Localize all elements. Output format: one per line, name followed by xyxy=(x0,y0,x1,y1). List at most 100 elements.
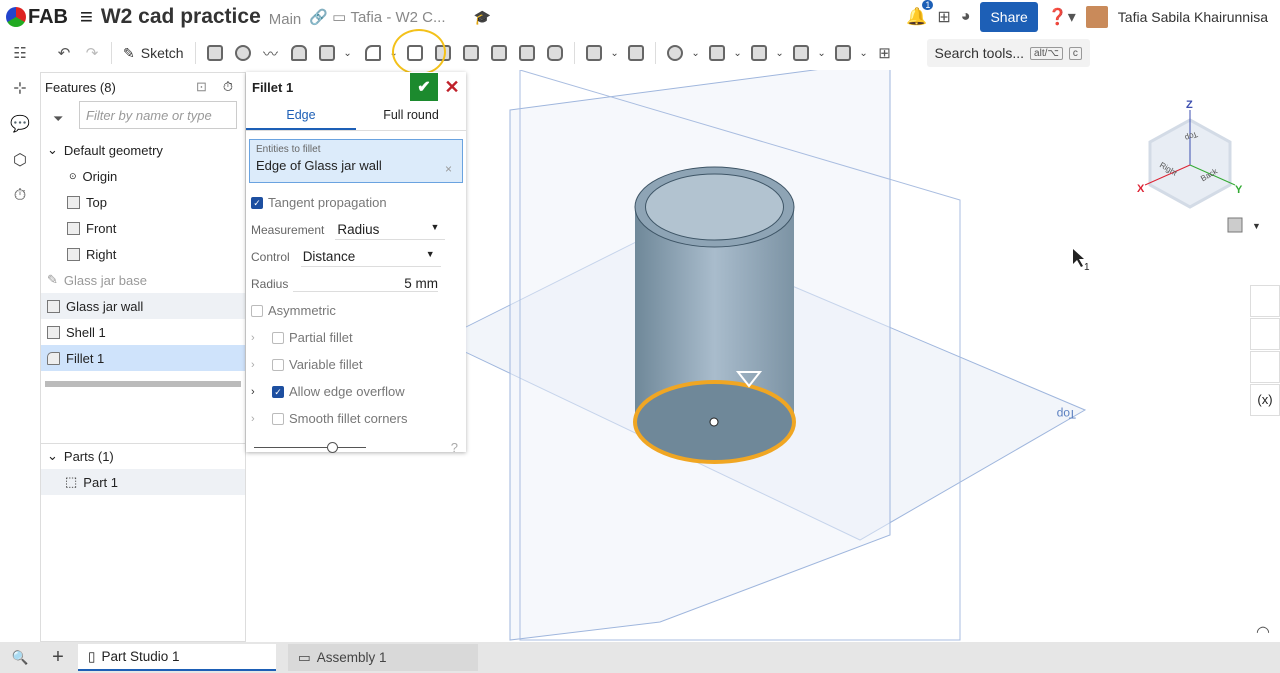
chevron-down-icon[interactable]: ▼ xyxy=(1252,221,1261,231)
rollback-icon[interactable]: ⏱ xyxy=(223,79,233,95)
feature-item-shell[interactable]: Shell 1 xyxy=(41,319,245,345)
feature-item-top[interactable]: Top xyxy=(41,189,245,215)
help-icon[interactable]: ? xyxy=(451,440,458,455)
mass-properties-icon[interactable] xyxy=(1250,351,1280,383)
learning-icon[interactable]: ◕ xyxy=(961,8,971,26)
tab-full-round[interactable]: Full round xyxy=(356,102,466,130)
section-view-icon[interactable] xyxy=(1250,318,1280,350)
chevron-down-icon[interactable]: ⌄ xyxy=(341,48,355,59)
chevron-right-icon[interactable]: › xyxy=(251,359,261,371)
3d-viewport[interactable]: Top Z X Y Top Right Back ▼ 1 xyxy=(466,70,1280,642)
chevron-down-icon[interactable]: ⌄ xyxy=(608,48,622,59)
cancel-button[interactable]: ✕ xyxy=(438,77,466,98)
overflow-checkbox[interactable]: ✓ xyxy=(272,385,284,398)
radius-input[interactable]: 5 mm xyxy=(293,276,438,292)
filter-icon[interactable]: ⏷ xyxy=(53,111,63,127)
extrude-icon[interactable] xyxy=(201,39,229,67)
cylinder-icon[interactable] xyxy=(541,39,569,67)
add-custom-feature-icon[interactable]: ⊞ xyxy=(871,39,899,67)
thicken-icon[interactable] xyxy=(313,39,341,67)
control-select[interactable]: Distance ▼ xyxy=(300,247,441,267)
chevron-down-icon[interactable]: ⌄ xyxy=(773,48,787,59)
smooth-checkbox[interactable] xyxy=(272,412,284,425)
tangent-checkbox[interactable]: ✓ xyxy=(251,196,263,209)
feature-item-glass-jar-wall[interactable]: Glass jar wall xyxy=(41,293,245,319)
rib-icon[interactable] xyxy=(457,39,485,67)
menu-icon[interactable]: ≡ xyxy=(80,4,93,30)
partial-checkbox[interactable] xyxy=(272,331,284,344)
chevron-right-icon[interactable]: › xyxy=(251,413,261,425)
share-button[interactable]: Share xyxy=(980,2,1038,32)
branch-label[interactable]: Main xyxy=(269,11,302,28)
draft-icon[interactable] xyxy=(429,39,457,67)
add-tab-button[interactable]: + xyxy=(40,646,76,669)
feature-item-default-geometry[interactable]: ⌄ Default geometry xyxy=(41,137,245,163)
entities-field[interactable]: Entities to fillet Edge of Glass jar wall… xyxy=(249,139,463,183)
tab-assembly[interactable]: ▭ Assembly 1 xyxy=(288,644,478,671)
mate-connector-icon[interactable] xyxy=(787,39,815,67)
feature-item-origin[interactable]: ⊙ Origin xyxy=(41,163,245,189)
chevron-down-icon[interactable]: ⌄ xyxy=(387,48,401,59)
variable-checkbox[interactable] xyxy=(272,358,284,371)
view-options-icon[interactable] xyxy=(1227,217,1243,233)
search-tools-input[interactable]: Search tools... alt/⌥ c xyxy=(926,39,1090,67)
chamfer-icon[interactable] xyxy=(401,39,429,67)
model-scene[interactable]: Top Z X Y Top Right Back ▼ 1 xyxy=(466,70,1280,642)
feature-item-right[interactable]: Right xyxy=(41,241,245,267)
pattern-icon[interactable] xyxy=(580,39,608,67)
boolean-icon[interactable] xyxy=(661,39,689,67)
avatar[interactable] xyxy=(1085,6,1108,28)
tab-edge[interactable]: Edge xyxy=(246,102,356,130)
sweep-icon[interactable]: 〰 xyxy=(257,39,285,67)
chevron-down-icon[interactable]: ⌄ xyxy=(689,48,703,59)
tolerance-slider[interactable]: ? xyxy=(254,436,458,460)
variable-icon[interactable] xyxy=(829,39,857,67)
notifications-icon[interactable]: 🔔 1 xyxy=(906,0,934,27)
mirror-icon[interactable] xyxy=(622,39,650,67)
user-name[interactable]: Tafia Sabila Khairunnisa xyxy=(1118,9,1268,25)
apps-icon[interactable]: ⊞ xyxy=(937,7,950,27)
shell-icon[interactable] xyxy=(485,39,513,67)
add-folder-icon[interactable]: ⊡ xyxy=(196,79,207,95)
slider-handle[interactable] xyxy=(327,442,339,453)
appearance-icon[interactable] xyxy=(1250,285,1280,317)
loft-icon[interactable] xyxy=(285,39,313,67)
asymmetric-checkbox[interactable] xyxy=(251,304,263,317)
redo-icon[interactable]: ↷ xyxy=(78,39,106,67)
help-icon[interactable]: ❓▾ xyxy=(1048,7,1076,27)
sketch-button[interactable]: ✎ Sketch xyxy=(117,45,190,62)
filter-input[interactable]: Filter by name or type xyxy=(79,101,237,129)
revolve-icon[interactable] xyxy=(229,39,257,67)
chevron-down-icon[interactable]: ⌄ xyxy=(815,48,829,59)
jar-inner[interactable] xyxy=(645,173,784,241)
folder-breadcrumb[interactable]: Tafia - W2 C... xyxy=(350,9,445,26)
document-title[interactable]: W2 cad practice xyxy=(101,5,261,29)
feature-item-front[interactable]: Front xyxy=(41,215,245,241)
fab-logo[interactable]: FAB xyxy=(6,6,68,29)
transform-icon[interactable] xyxy=(703,39,731,67)
comment-icon[interactable]: 💬 xyxy=(0,106,40,142)
fillet-icon[interactable] xyxy=(359,39,387,67)
view-cube[interactable]: Z X Y Top Right Back xyxy=(1137,99,1243,209)
rollback-bar[interactable] xyxy=(45,381,241,387)
add-icon[interactable]: ⊹ xyxy=(0,70,40,106)
parts-icon[interactable]: ⬡ xyxy=(0,142,40,178)
accept-button[interactable]: ✔ xyxy=(410,73,438,101)
render-mode-icon[interactable]: ◠ xyxy=(1256,622,1270,642)
chevron-right-icon[interactable]: › xyxy=(251,332,261,344)
chevron-down-icon[interactable]: ⌄ xyxy=(857,48,871,59)
history-icon[interactable]: ⏱ xyxy=(0,178,40,214)
link-icon[interactable]: 🔗 xyxy=(309,8,332,26)
tab-manager-icon[interactable]: 🔍 xyxy=(0,650,40,666)
undo-icon[interactable]: ↶ xyxy=(50,39,78,67)
part-item[interactable]: ⬚ Part 1 xyxy=(41,469,245,495)
feature-list-toggle-icon[interactable]: ☷ xyxy=(6,39,34,67)
feature-item-glass-jar-base[interactable]: ✎ Glass jar base xyxy=(41,267,245,293)
feature-item-fillet[interactable]: Fillet 1 xyxy=(41,345,245,371)
chevron-down-icon[interactable]: ⌄ xyxy=(47,448,58,464)
chevron-down-icon[interactable]: ⌄ xyxy=(731,48,745,59)
variable-table-icon[interactable]: (x) xyxy=(1250,384,1280,416)
hole-icon[interactable] xyxy=(513,39,541,67)
measurement-select[interactable]: Radius ▼ xyxy=(335,220,446,240)
plane-icon[interactable] xyxy=(745,39,773,67)
